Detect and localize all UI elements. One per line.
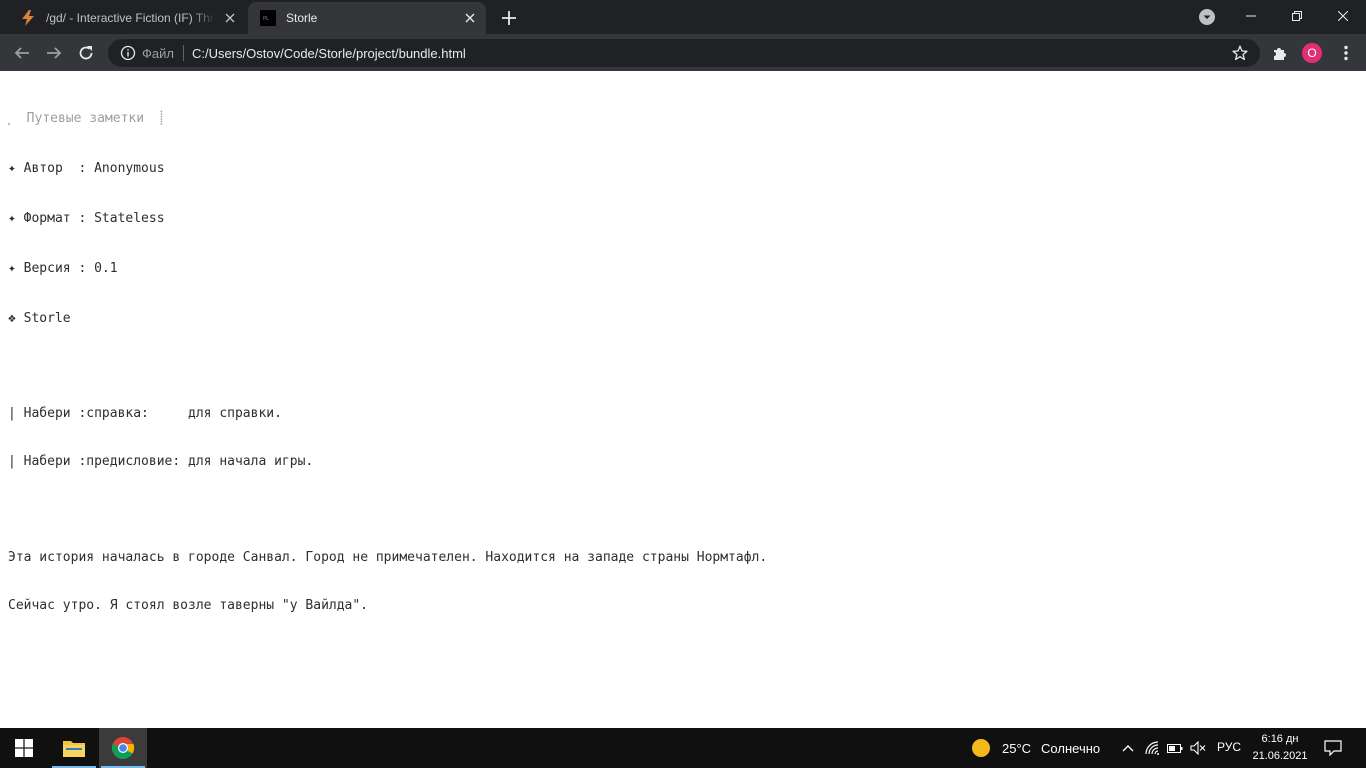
- close-tab-icon[interactable]: [222, 10, 238, 26]
- meta-format: ✦ Формат : Stateless: [8, 211, 165, 226]
- meta-version: ✦ Версия : 0.1: [8, 261, 118, 276]
- minimize-icon[interactable]: [1228, 0, 1274, 32]
- plus-icon[interactable]: [498, 7, 520, 29]
- clock[interactable]: 6:16 дн 21.06.2021: [1250, 731, 1310, 765]
- language-indicator[interactable]: РУС: [1217, 740, 1241, 754]
- scheme-label: Файл: [142, 45, 174, 61]
- weather-temperature: 25°C: [1002, 740, 1032, 756]
- windows-taskbar: 25°C Солнечно РУС 6:16 дн 21.06.2021: [0, 728, 1366, 768]
- meta-engine: ❖ Storle: [8, 311, 71, 326]
- star-icon[interactable]: [1230, 43, 1250, 63]
- sun-icon: [972, 739, 990, 757]
- info-icon: [120, 45, 136, 61]
- tab-interactive-fiction[interactable]: /gd/ - Interactive Fiction (IF) Thre: [8, 2, 246, 34]
- chevron-down-icon[interactable]: [1197, 7, 1217, 27]
- chevron-up-icon[interactable]: [1118, 738, 1138, 758]
- close-icon[interactable]: [1320, 0, 1366, 32]
- avatar[interactable]: O: [1302, 43, 1322, 63]
- arrow-right-icon[interactable]: [40, 39, 68, 67]
- speaker-muted-icon[interactable]: [1188, 738, 1208, 758]
- page-content: ⸼ Путевые заметки ⸽ ✦ Автор : Anonymous …: [0, 71, 1366, 728]
- preface-command-line: | Набери :предисловие: для начала игры.: [8, 454, 314, 469]
- weather-condition: Солнечно: [1041, 740, 1101, 756]
- folder-icon[interactable]: [50, 728, 98, 768]
- help-command-line: | Набери :справка: для справки.: [8, 406, 282, 421]
- address-bar[interactable]: Файл C:/Users/Ostov/Code/Storle/project/…: [108, 39, 1260, 67]
- tab-strip: /gd/ - Interactive Fiction (IF) Thre PL …: [0, 0, 1366, 34]
- story-title: ⸼ Путевые заметки ⸽: [8, 111, 164, 126]
- wifi-icon[interactable]: [1143, 738, 1163, 758]
- tab-title: Storle: [286, 11, 318, 25]
- battery-icon[interactable]: [1165, 738, 1185, 758]
- restore-icon[interactable]: [1274, 0, 1320, 32]
- story-paragraph-line: Эта история началась в городе Санвал. Го…: [8, 550, 768, 565]
- svg-text:PL: PL: [263, 16, 269, 22]
- browser-toolbar: Файл C:/Users/Ostov/Code/Storle/project/…: [0, 34, 1366, 71]
- kebab-icon[interactable]: [1335, 42, 1357, 64]
- weather-widget[interactable]: 25°C Солнечно: [972, 738, 1100, 758]
- puzzle-icon[interactable]: [1269, 42, 1291, 64]
- clock-date: 21.06.2021: [1252, 750, 1308, 762]
- story-terminal: ⸼ Путевые заметки ⸽ ✦ Автор : Anonymous …: [8, 79, 767, 645]
- site-info-button[interactable]: Файл: [120, 39, 174, 67]
- windows-logo-icon[interactable]: [0, 728, 48, 768]
- story-paragraph-line: Сейчас утро. Я стоял возле таверны "у Ва…: [8, 598, 369, 613]
- arrow-left-icon[interactable]: [8, 39, 36, 67]
- tab-title: /gd/ - Interactive Fiction (IF) Thre: [46, 11, 216, 25]
- terminal-icon: PL: [260, 10, 276, 26]
- reload-icon[interactable]: [72, 39, 100, 67]
- tab-storle[interactable]: PL Storle: [248, 2, 486, 34]
- clock-time: 6:16 дн: [1261, 733, 1299, 745]
- omnibox-divider: [182, 45, 184, 61]
- chrome-icon[interactable]: [99, 728, 147, 768]
- notification-icon[interactable]: [1320, 737, 1346, 759]
- lightning-icon: [20, 10, 36, 26]
- meta-author: ✦ Автор : Anonymous: [8, 161, 165, 176]
- url-text[interactable]: C:/Users/Ostov/Code/Storle/project/bundl…: [192, 46, 1230, 61]
- close-tab-icon[interactable]: [462, 10, 478, 26]
